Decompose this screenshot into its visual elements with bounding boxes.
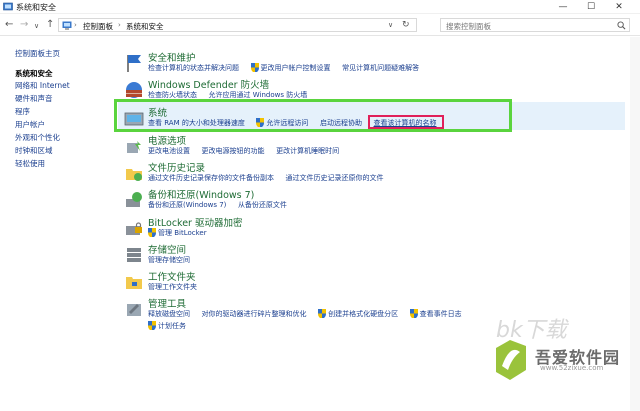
sidebar-item-hardware[interactable]: 硬件和声音 <box>15 93 53 104</box>
sidebar-item-home[interactable]: 控制面板主页 <box>15 48 60 59</box>
link-manage-storage[interactable]: 管理存储空间 <box>148 255 190 265</box>
link-format-partition[interactable]: 创建并格式化硬盘分区 <box>328 309 398 319</box>
minimize-button[interactable]: — <box>549 0 577 14</box>
link-power-button[interactable]: 更改电源按钮的功能 <box>202 146 265 156</box>
link-uac-settings[interactable]: 更改用户帐户控制设置 <box>261 63 331 73</box>
back-button[interactable]: ← <box>5 19 13 31</box>
sidebar-item-appearance[interactable]: 外观和个性化 <box>15 132 60 143</box>
control-panel-icon <box>3 2 13 11</box>
category-title[interactable]: BitLocker 驱动器加密 <box>148 215 242 229</box>
category-title[interactable]: 工作文件夹 <box>148 269 196 283</box>
category-security-maintenance: 安全和维护 检查计算机的状态并解决问题 更改用户帐户控制设置 常见计算机问题疑难… <box>121 50 621 80</box>
address-row: ← → ∨ ↑ › 控制面板 › 系统和安全 ∨ ↻ 搜索控制面板 <box>0 14 640 36</box>
category-bitlocker: BitLocker 驱动器加密 管理 BitLocker <box>121 215 621 245</box>
window-title: 系统和安全 <box>16 3 56 12</box>
link-event-log[interactable]: 查看事件日志 <box>420 309 462 319</box>
breadcrumb-separator: › <box>118 21 121 29</box>
forward-button[interactable]: → <box>20 19 28 31</box>
uac-shield-icon <box>148 228 156 237</box>
work-folders-icon <box>126 277 142 289</box>
category-title[interactable]: Windows Defender 防火墙 <box>148 77 269 91</box>
uac-shield-icon <box>318 309 327 318</box>
link-manage-bitlocker[interactable]: 管理 BitLocker <box>158 228 207 238</box>
link-check-status[interactable]: 检查计算机的状态并解决问题 <box>148 63 239 73</box>
watermark: bk下载 吾爱软件园 www.52zixue.com <box>480 318 640 411</box>
highlight-box-computer-name <box>368 115 444 129</box>
category-power: 电源选项 更改电池设置 更改电源按钮的功能 更改计算机睡眠时间 <box>121 133 621 163</box>
up-button[interactable]: ↑ <box>46 19 54 31</box>
admin-tools-icon <box>127 304 141 316</box>
storage-icon <box>127 248 141 262</box>
sidebar-item-system-security: 系统和安全 <box>15 69 53 78</box>
sidebar-item-ease-of-access[interactable]: 轻松使用 <box>15 158 45 169</box>
recent-locations-button[interactable]: ∨ <box>34 20 39 32</box>
link-restore-files[interactable]: 通过文件历史记录还原你的文件 <box>286 173 384 183</box>
uac-shield-icon <box>409 309 418 318</box>
category-title[interactable]: 文件历史记录 <box>148 160 205 174</box>
control-panel-icon <box>62 21 72 30</box>
category-backup-restore: 备份和还原(Windows 7) 备份和还原(Windows 7) 从备份还原文… <box>121 187 621 217</box>
uac-shield-icon <box>148 321 156 330</box>
firewall-icon <box>126 82 142 98</box>
category-title[interactable]: 电源选项 <box>148 133 186 147</box>
uac-shield-icon <box>250 63 259 72</box>
category-title[interactable]: 备份和还原(Windows 7) <box>148 187 254 201</box>
link-manage-work-folders[interactable]: 管理工作文件夹 <box>148 282 197 292</box>
link-battery-settings[interactable]: 更改电池设置 <box>148 146 190 156</box>
category-title[interactable]: 安全和维护 <box>148 50 196 64</box>
category-title[interactable]: 管理工具 <box>148 296 186 310</box>
watermark-url: www.52zixue.com <box>540 364 604 372</box>
backup-icon <box>126 192 142 207</box>
title-bar: 系统和安全 — ☐ ✕ <box>0 0 640 14</box>
sidebar-item-clock-region[interactable]: 时钟和区域 <box>15 145 53 156</box>
highlight-box-system <box>114 99 512 132</box>
link-restore-from-backup[interactable]: 从备份还原文件 <box>238 200 287 210</box>
link-backup-restore[interactable]: 备份和还原(Windows 7) <box>148 200 226 210</box>
power-icon <box>127 141 141 153</box>
sidebar-item-user-accounts[interactable]: 用户帐户 <box>15 119 45 130</box>
link-defragment[interactable]: 对你的驱动器进行碎片整理和优化 <box>202 309 307 319</box>
link-save-backup[interactable]: 通过文件历史记录保存你的文件备份副本 <box>148 173 274 183</box>
link-troubleshoot[interactable]: 常见计算机问题疑难解答 <box>342 63 419 73</box>
link-disk-cleanup[interactable]: 释放磁盘空间 <box>148 309 190 319</box>
category-file-history: 文件历史记录 通过文件历史记录保存你的文件备份副本 通过文件历史记录还原你的文件 <box>121 160 621 190</box>
category-work-folders: 工作文件夹 管理工作文件夹 <box>121 269 621 299</box>
address-bar[interactable]: › 控制面板 › 系统和安全 ∨ ↻ <box>58 18 417 32</box>
category-storage-spaces: 存储空间 管理存储空间 <box>121 242 621 272</box>
sidebar-item-network[interactable]: 网络和 Internet <box>15 80 70 91</box>
link-sleep-time[interactable]: 更改计算机睡眠时间 <box>276 146 339 156</box>
file-history-icon <box>126 169 142 181</box>
link-task-scheduler[interactable]: 计划任务 <box>158 321 186 331</box>
breadcrumb-control-panel[interactable]: 控制面板 <box>83 21 113 32</box>
refresh-button[interactable]: ↻ <box>402 20 410 30</box>
sidebar-item-programs[interactable]: 程序 <box>15 106 30 117</box>
bitlocker-icon <box>126 222 142 235</box>
search-icon[interactable] <box>617 21 626 30</box>
search-input[interactable]: 搜索控制面板 <box>440 18 630 32</box>
search-placeholder: 搜索控制面板 <box>446 22 491 31</box>
close-button[interactable]: ✕ <box>605 0 633 14</box>
breadcrumb-separator: › <box>74 21 77 29</box>
flag-icon <box>127 55 141 72</box>
breadcrumb-system-security[interactable]: 系统和安全 <box>126 21 164 32</box>
watermark-logo-icon <box>496 340 526 380</box>
category-title[interactable]: 存储空间 <box>148 242 186 256</box>
maximize-button[interactable]: ☐ <box>577 0 605 14</box>
address-dropdown-button[interactable]: ∨ <box>388 21 393 29</box>
